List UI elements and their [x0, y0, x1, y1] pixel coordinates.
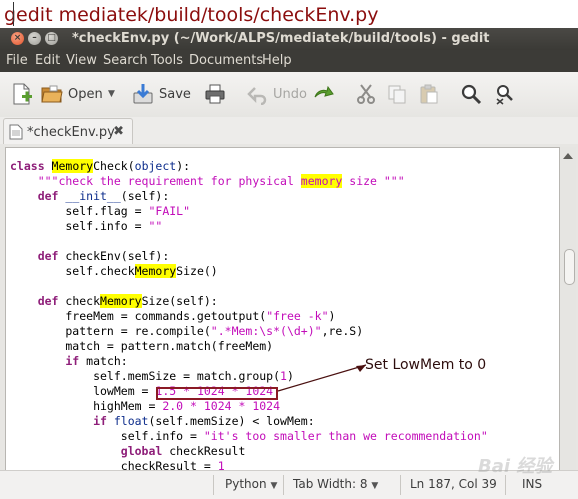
status-divider	[505, 475, 506, 495]
tab-width-label: Tab Width: 8	[293, 477, 368, 491]
scroll-up-arrow-icon[interactable]	[563, 153, 573, 159]
open-label: Open	[68, 86, 103, 102]
save-label: Save	[159, 86, 191, 102]
undo-button[interactable]: Undo	[246, 82, 307, 106]
tab-checkenv[interactable]: *checkEnv.py ✖	[3, 118, 133, 145]
new-document-button[interactable]	[11, 82, 33, 106]
text-cursor	[13, 2, 14, 26]
title-bar: × – □ *checkEnv.py (~/Work/ALPS/mediatek…	[0, 28, 578, 50]
tab-width-selector[interactable]: Tab Width: 8 ▼	[293, 477, 378, 491]
document-tabs: *checkEnv.py ✖	[0, 117, 578, 145]
save-button[interactable]: Save	[132, 82, 191, 106]
language-label: Python	[225, 477, 267, 491]
new-document-icon	[13, 83, 32, 105]
text-editor[interactable]: class MemoryCheck(object): """check the …	[5, 147, 560, 472]
menu-bar: File Edit View Search Tools Documents He…	[0, 50, 578, 72]
scissors-icon	[357, 84, 375, 104]
printer-icon	[205, 84, 225, 104]
cut-button[interactable]	[355, 82, 377, 106]
open-recent-dropdown[interactable]: ▼	[108, 82, 115, 106]
caption-text: gedit mediatek/build/tools/checkEnv.py	[4, 4, 379, 26]
menu-file[interactable]: File	[6, 53, 28, 68]
annotation-highlight-box	[156, 387, 278, 400]
paste-button[interactable]	[418, 82, 440, 106]
redo-arrow-icon	[314, 85, 334, 98]
chevron-down-icon: ▼	[270, 481, 278, 491]
replace-button[interactable]	[494, 82, 516, 106]
code-view: class MemoryCheck(object): """check the …	[10, 159, 488, 472]
copy-icon	[388, 85, 406, 104]
status-divider	[283, 475, 284, 495]
language-selector[interactable]: Python ▼	[225, 477, 277, 491]
undo-label: Undo	[273, 86, 307, 102]
search-icon	[461, 84, 482, 105]
open-folder-icon	[41, 85, 63, 103]
editor-area: class MemoryCheck(object): """check the …	[0, 144, 578, 472]
cursor-position: Ln 187, Col 39	[410, 477, 497, 491]
toolbar: Open ▼ Save Undo	[0, 72, 578, 118]
copy-button[interactable]	[386, 82, 408, 106]
open-button[interactable]: Open	[41, 82, 103, 106]
menu-search[interactable]: Search	[103, 53, 148, 68]
vertical-scrollbar[interactable]	[560, 147, 576, 471]
status-divider	[213, 475, 214, 495]
redo-button[interactable]	[312, 82, 334, 106]
window-title: *checkEnv.py (~/Work/ALPS/mediatek/build…	[72, 31, 490, 46]
status-divider	[400, 475, 401, 495]
scrollbar-thumb[interactable]	[564, 249, 575, 285]
menu-help[interactable]: Help	[262, 53, 292, 68]
annotation-arrow	[277, 364, 367, 392]
chevron-down-icon: ▼	[371, 481, 379, 491]
menu-edit[interactable]: Edit	[35, 53, 60, 68]
menu-tools[interactable]: Tools	[151, 53, 183, 68]
minimize-window-button[interactable]: –	[28, 32, 41, 45]
close-window-button[interactable]: ×	[11, 32, 24, 45]
menu-documents[interactable]: Documents	[189, 53, 263, 68]
close-tab-icon[interactable]: ✖	[113, 124, 124, 139]
caption-bar: gedit mediatek/build/tools/checkEnv.py	[0, 0, 578, 28]
watermark: Bai 经验	[478, 456, 553, 477]
search-replace-icon	[496, 85, 513, 105]
save-icon	[133, 84, 153, 104]
search-button[interactable]	[460, 82, 482, 106]
maximize-window-button[interactable]: □	[45, 32, 58, 45]
menu-view[interactable]: View	[66, 53, 97, 68]
document-icon	[9, 124, 23, 140]
undo-arrow-icon	[247, 87, 267, 105]
print-button[interactable]	[204, 82, 226, 106]
gedit-window: × – □ *checkEnv.py (~/Work/ALPS/mediatek…	[0, 28, 578, 499]
paste-icon	[420, 84, 438, 104]
insert-mode: INS	[522, 477, 543, 491]
tab-label: *checkEnv.py	[27, 124, 115, 140]
annotation-label: Set LowMem to 0	[365, 357, 487, 373]
chevron-down-icon: ▼	[108, 89, 115, 99]
